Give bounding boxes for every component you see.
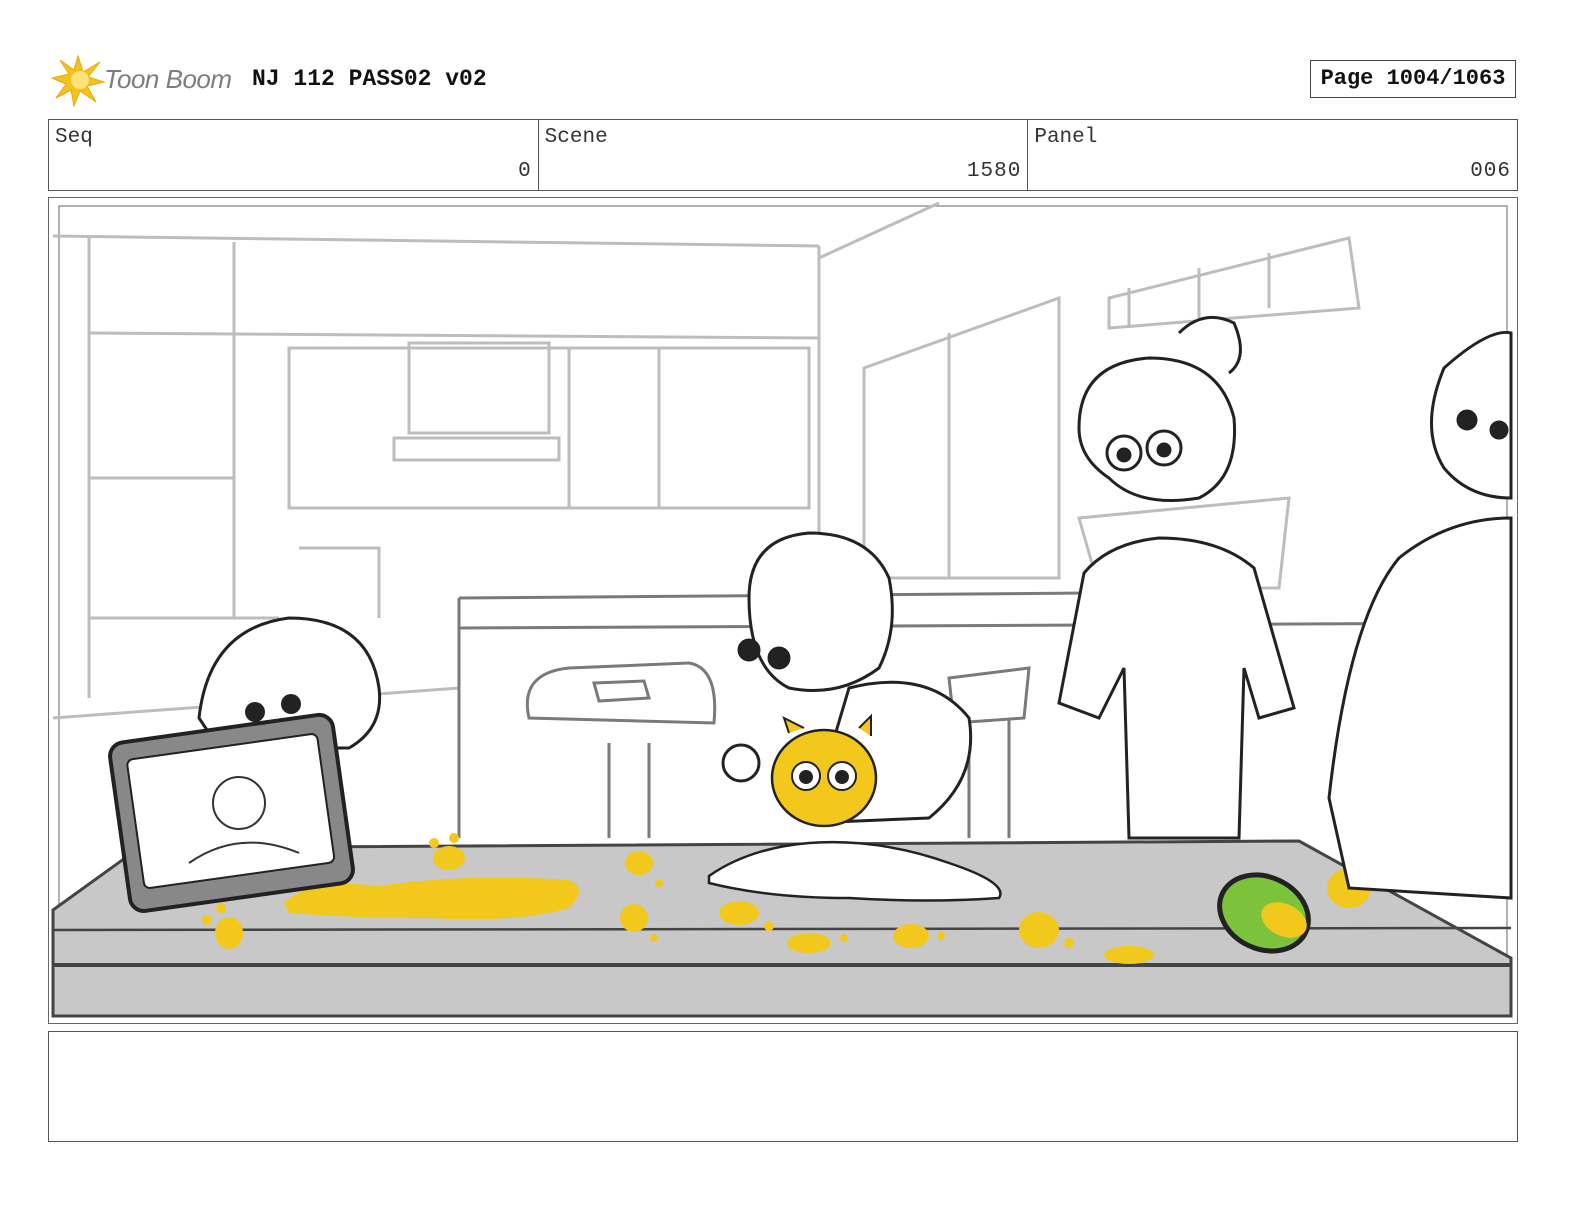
- toon-boom-logo: Toon Boom: [50, 52, 240, 108]
- logo-text: Toon Boom: [104, 64, 232, 94]
- panel-notes-area: [48, 1031, 1518, 1142]
- seq-value: 0: [518, 160, 532, 183]
- woman-character: [1057, 315, 1296, 840]
- child-with-tablet: [108, 616, 382, 913]
- seq-cell: Seq 0: [49, 120, 539, 190]
- kitchen-scene-drawing: [51, 201, 1513, 1018]
- panel-value: 006: [1470, 160, 1512, 183]
- page-indicator: Page 1004/1063: [1310, 60, 1516, 98]
- panel-cell: Panel 006: [1028, 120, 1517, 190]
- seq-label: Seq: [55, 126, 93, 149]
- starburst-icon: [50, 54, 106, 108]
- scene-cell: Scene 1580: [539, 120, 1029, 190]
- panel-label: Panel: [1034, 126, 1098, 149]
- storyboard-title: NJ 112 PASS02 v02: [252, 66, 487, 92]
- storyboard-panel-image: [48, 197, 1518, 1024]
- panel-info-bar: Seq 0 Scene 1580 Panel 006: [48, 119, 1518, 191]
- scene-value: 1580: [966, 160, 1022, 183]
- scene-label: Scene: [544, 126, 608, 149]
- man-character: [1327, 330, 1513, 900]
